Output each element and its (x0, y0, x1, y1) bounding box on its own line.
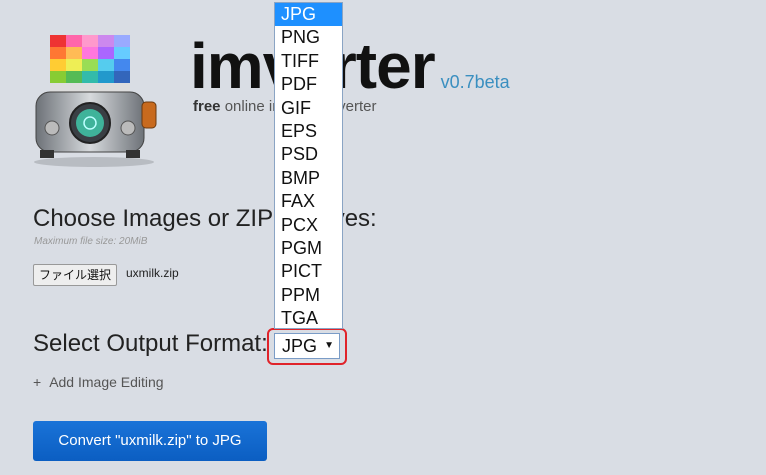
subtitle-bold: free (193, 98, 221, 115)
imverter-logo (30, 30, 165, 170)
format-select-value: JPG (282, 336, 318, 356)
format-select[interactable]: JPG ▼ (274, 333, 340, 359)
format-option-pict[interactable]: PICT (275, 260, 342, 283)
selected-file-name: uxmilk.zip (126, 266, 179, 280)
add-image-editing-link[interactable]: + Add Image Editing (33, 374, 164, 390)
format-option-ppm[interactable]: PPM (275, 284, 342, 307)
add-image-editing-label: Add Image Editing (49, 374, 164, 390)
plus-icon: + (33, 374, 42, 390)
format-option-psd[interactable]: PSD (275, 143, 342, 166)
format-option-jpg[interactable]: JPG (275, 3, 342, 27)
format-option-tga[interactable]: TGA (275, 307, 342, 330)
app-title-group: imverterv0.7beta (190, 30, 510, 102)
format-option-gif[interactable]: GIF (275, 97, 342, 120)
format-option-tiff[interactable]: TIFF (275, 50, 342, 73)
choose-file-button[interactable]: ファイル選択 (33, 264, 118, 286)
app-version: v0.7beta (440, 72, 510, 92)
format-dropdown-list: JPG PNG TIFF PDF GIF EPS PSD BMP FAX PCX… (274, 2, 343, 329)
format-option-bmp[interactable]: BMP (275, 167, 342, 190)
max-file-size-note: Maximum file size: 20MiB (34, 236, 148, 247)
format-option-pgm[interactable]: PGM (275, 237, 342, 260)
format-option-fax[interactable]: FAX (275, 190, 342, 213)
convert-button[interactable]: Convert "uxmilk.zip" to JPG (33, 421, 267, 461)
output-format-label: Select Output Format: (33, 330, 268, 357)
format-option-pdf[interactable]: PDF (275, 73, 342, 96)
format-option-eps[interactable]: EPS (275, 120, 342, 143)
format-option-pcx[interactable]: PCX (275, 214, 342, 237)
dropdown-arrow-icon: ▼ (324, 340, 334, 351)
format-option-png[interactable]: PNG (275, 26, 342, 49)
